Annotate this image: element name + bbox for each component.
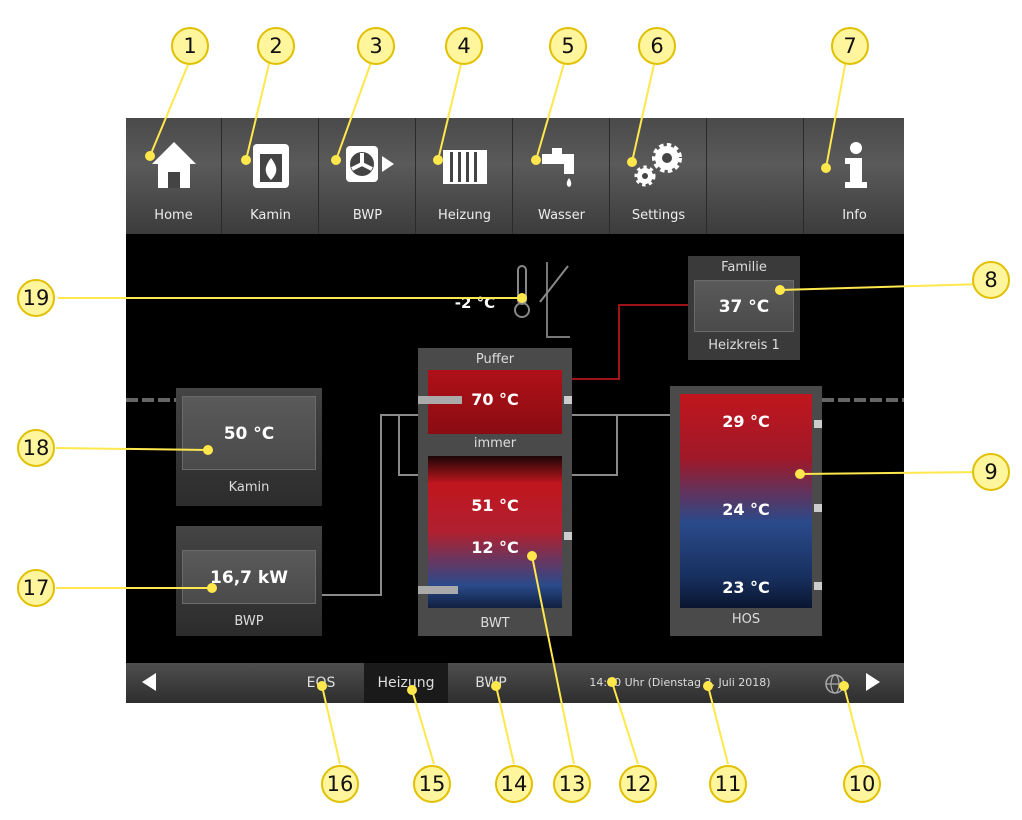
- callout-dot: [775, 285, 785, 295]
- callout-dot: [517, 293, 527, 303]
- callout-15: 15: [413, 765, 451, 803]
- callout-5: 5: [549, 27, 587, 65]
- callout-dot: [607, 677, 617, 687]
- callout-14: 14: [495, 765, 533, 803]
- callout-dot: [241, 155, 251, 165]
- callout-dot: [407, 685, 417, 695]
- callout-dot: [703, 681, 713, 691]
- callout-dot: [531, 155, 541, 165]
- callout-dot: [627, 157, 637, 167]
- callout-dot: [821, 163, 831, 173]
- callout-6: 6: [638, 27, 676, 65]
- callout-dot: [839, 681, 849, 691]
- callout-11: 11: [709, 765, 747, 803]
- callout-4: 4: [445, 27, 483, 65]
- callout-8: 8: [972, 261, 1010, 299]
- callout-dot: [331, 155, 341, 165]
- callout-dot: [795, 469, 805, 479]
- callout-dot: [433, 155, 443, 165]
- callout-13: 13: [553, 765, 591, 803]
- callout-3: 3: [357, 27, 395, 65]
- callout-dot: [145, 151, 155, 161]
- callout-dot: [491, 681, 501, 691]
- callout-2: 2: [257, 27, 295, 65]
- callout-leader-lines: [55, 59, 985, 765]
- callout-10: 10: [843, 765, 881, 803]
- callout-17: 17: [17, 569, 55, 607]
- callout-7: 7: [831, 27, 869, 65]
- callout-dot: [207, 583, 217, 593]
- callout-19: 19: [17, 279, 55, 317]
- callout-16: 16: [321, 765, 359, 803]
- callout-18: 18: [17, 429, 55, 467]
- callout-12: 12: [619, 765, 657, 803]
- callout-9: 9: [972, 453, 1010, 491]
- callout-dot: [203, 445, 213, 455]
- callout-1: 1: [171, 27, 209, 65]
- callout-dot: [527, 551, 537, 561]
- callout-dot: [317, 681, 327, 691]
